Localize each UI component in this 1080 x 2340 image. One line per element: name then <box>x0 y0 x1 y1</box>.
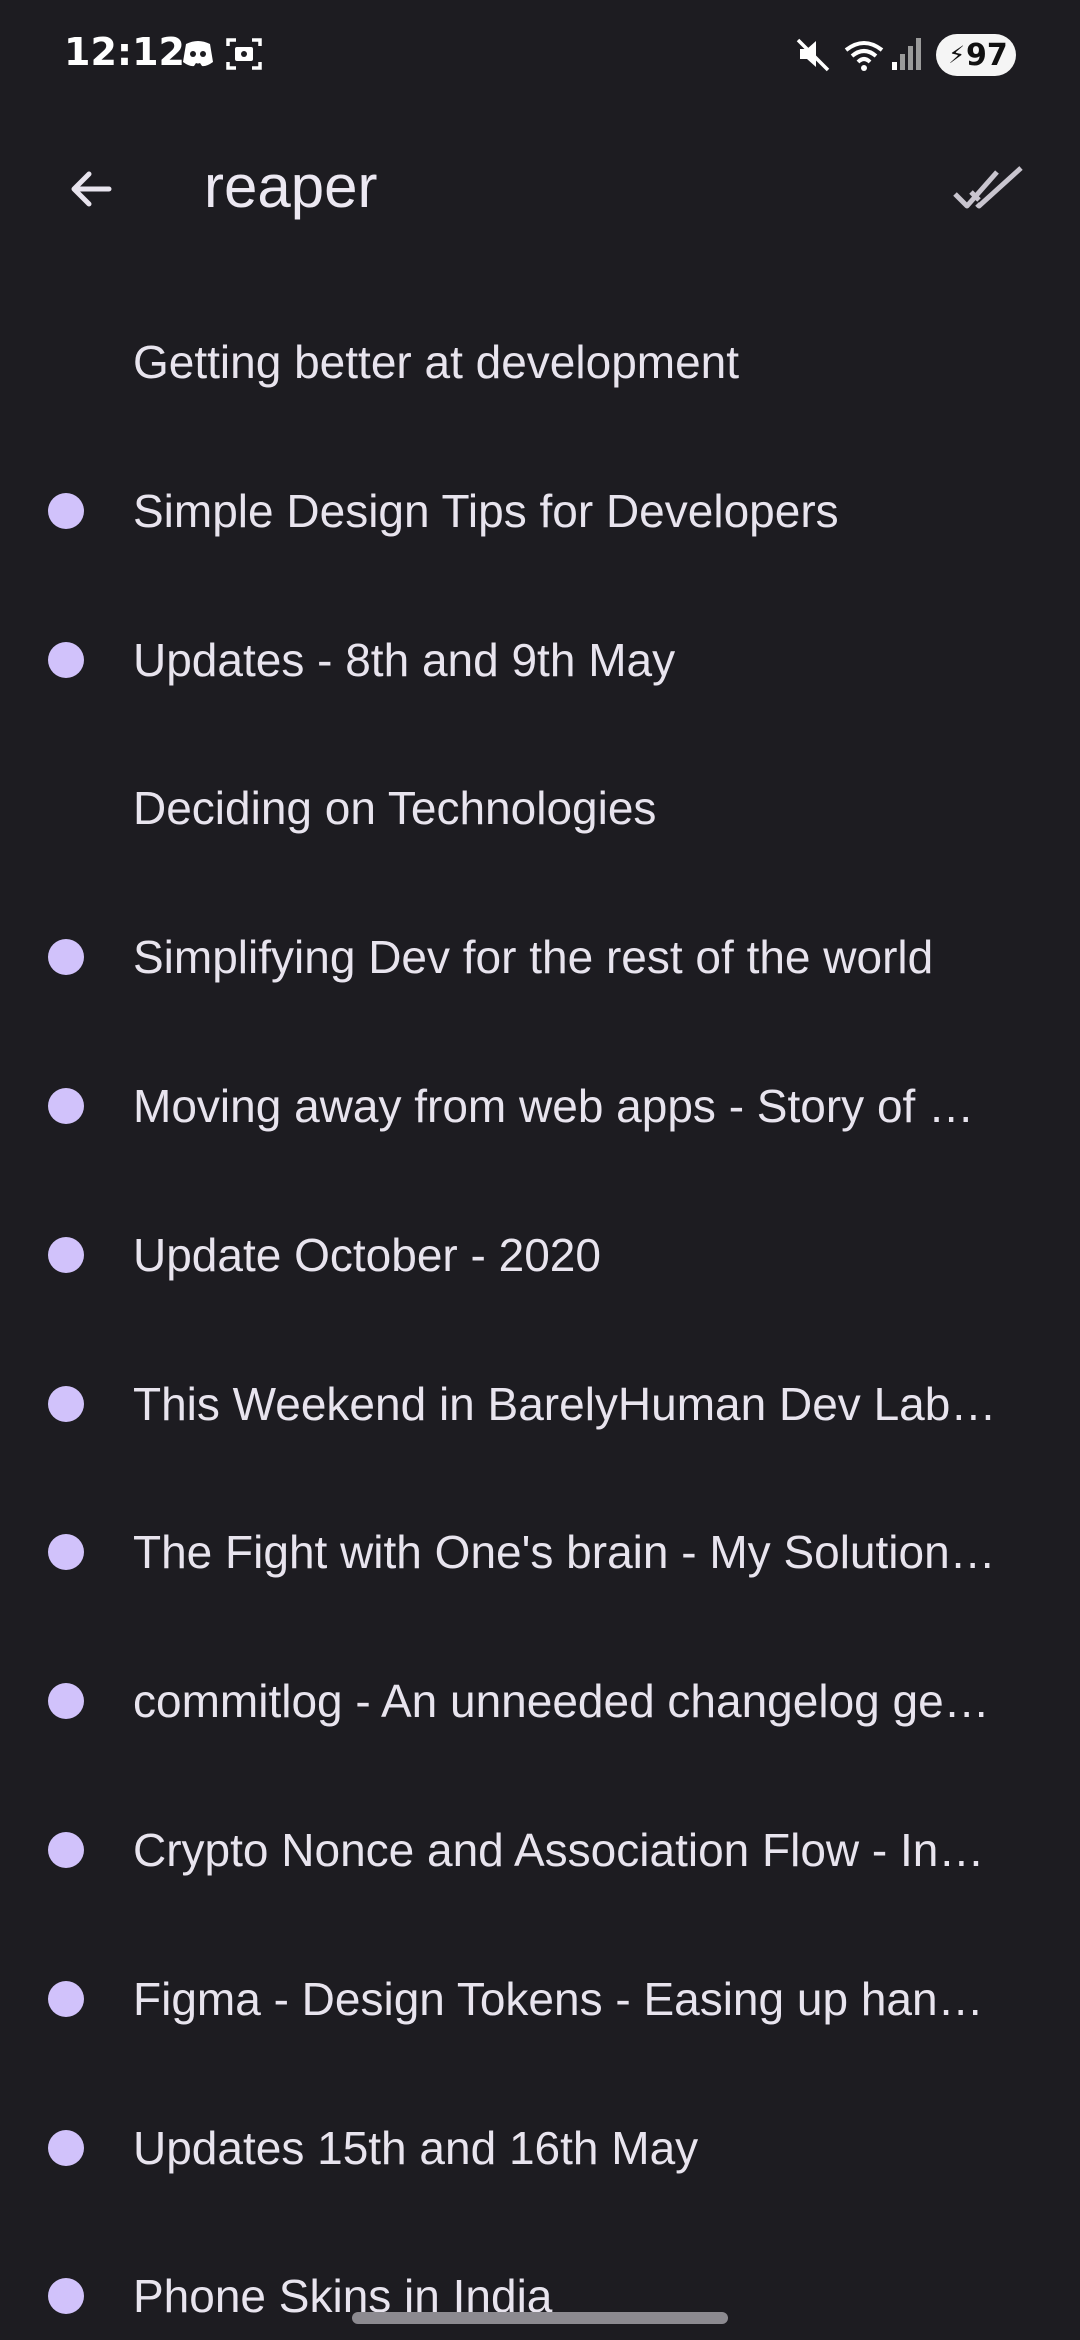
status-bar: 12:12 ⚡ 97 <box>0 0 1080 110</box>
list-item-title: Simple Design Tips for Developers <box>133 484 839 537</box>
unread-dot-icon <box>48 939 84 976</box>
list-item-title: Updates - 8th and 9th May <box>133 633 676 686</box>
battery-indicator: ⚡ 97 <box>936 34 1016 76</box>
page-title: reaper <box>204 153 378 220</box>
list-item[interactable]: Simple Design Tips for Developers <box>0 439 1080 588</box>
screenshot-icon <box>224 34 264 74</box>
list-item-title: Deciding on Technologies <box>133 782 657 835</box>
app-bar: reaper <box>0 110 1080 270</box>
status-time: 12:12 <box>64 30 185 74</box>
list-item[interactable]: Updates 15th and 16th May <box>0 2076 1080 2225</box>
unread-dot-icon <box>48 1980 84 2017</box>
unread-dot-icon <box>48 1236 84 1273</box>
signal-icon <box>890 34 924 74</box>
unread-dot-icon <box>48 1683 84 1720</box>
unread-dot-icon <box>48 1831 84 1868</box>
back-button[interactable] <box>46 144 136 234</box>
wifi-icon <box>842 34 886 74</box>
list-item[interactable]: Updates - 8th and 9th May <box>0 588 1080 737</box>
list-item-title: This Weekend in BarelyHuman Dev Lab… <box>133 1377 997 1430</box>
list-item-title: Simplifying Dev for the rest of the worl… <box>133 931 934 984</box>
list-item[interactable]: Figma - Design Tokens - Easing up han… <box>0 1927 1080 2076</box>
list-item-title: Moving away from web apps - Story of … <box>133 1079 975 1132</box>
unread-dot-icon <box>48 1534 84 1571</box>
list-item-title: The Fight with One's brain - My Solution… <box>133 1526 996 1579</box>
list-item[interactable]: Update October - 2020 <box>0 1183 1080 1332</box>
arrow-left-icon <box>71 171 112 207</box>
list-item[interactable]: The Fight with One's brain - My Solution… <box>0 1480 1080 1629</box>
battery-level: 97 <box>966 37 1008 73</box>
feed-item-list: Getting better at development Simple Desi… <box>0 290 1080 2340</box>
list-item[interactable]: Simplifying Dev for the rest of the worl… <box>0 885 1080 1034</box>
double-check-icon <box>953 166 1023 209</box>
list-item[interactable]: Moving away from web apps - Story of … <box>0 1034 1080 1183</box>
unread-dot-icon <box>48 492 84 529</box>
gesture-navigation-bar[interactable] <box>352 2312 728 2324</box>
unread-dot-icon <box>48 1087 84 1124</box>
list-item-title: Update October - 2020 <box>133 1228 601 1281</box>
list-item[interactable]: commitlog - An unneeded changelog ge… <box>0 1629 1080 1778</box>
list-item-title: Updates 15th and 16th May <box>133 2121 699 2174</box>
list-item[interactable]: This Weekend in BarelyHuman Dev Lab… <box>0 1332 1080 1481</box>
unread-dot-icon <box>48 641 84 678</box>
list-item-title: commitlog - An unneeded changelog ge… <box>133 1675 990 1728</box>
list-item[interactable]: Deciding on Technologies <box>0 736 1080 885</box>
charging-icon: ⚡ <box>948 41 966 69</box>
unread-dot-icon <box>48 2278 84 2315</box>
mute-icon <box>794 34 834 74</box>
list-item-title: Figma - Design Tokens - Easing up han… <box>133 1972 984 2025</box>
discord-icon <box>178 34 218 74</box>
mark-all-read-button[interactable] <box>944 144 1034 234</box>
list-item[interactable]: Crypto Nonce and Association Flow - In… <box>0 1778 1080 1927</box>
list-item-title: Crypto Nonce and Association Flow - In… <box>133 1823 985 1876</box>
unread-dot-icon <box>48 2129 84 2166</box>
unread-dot-icon <box>48 1385 84 1422</box>
list-item-title: Getting better at development <box>133 336 740 388</box>
list-item[interactable]: Getting better at development <box>0 290 1080 439</box>
